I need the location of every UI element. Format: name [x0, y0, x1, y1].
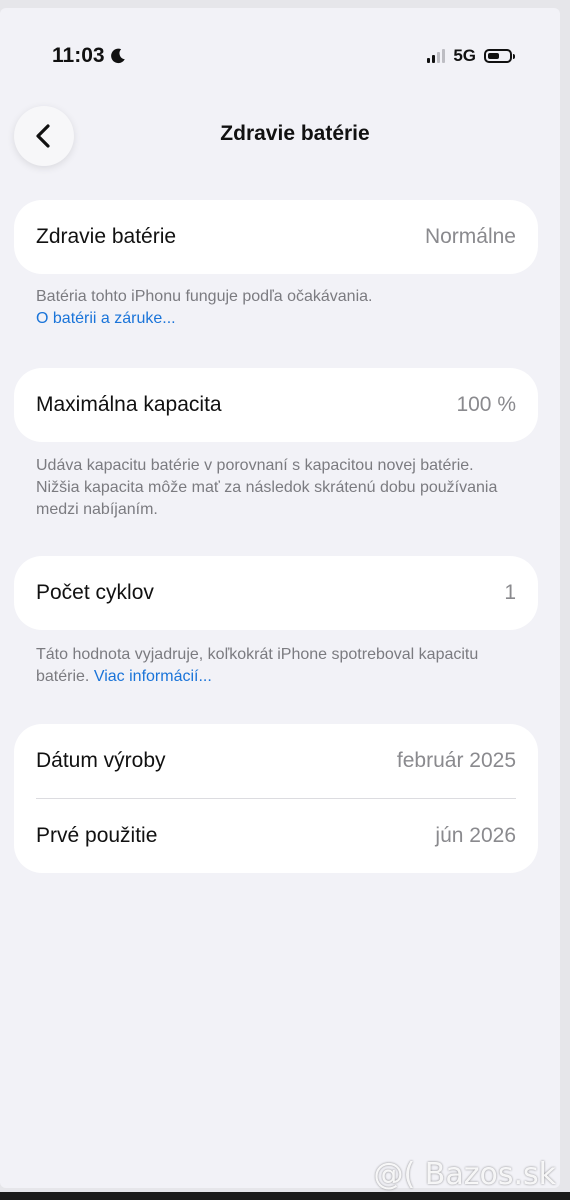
cycle-count-row: Počet cyklov 1 — [14, 556, 538, 630]
status-indicators: 5G — [427, 46, 515, 66]
bottom-strip — [0, 1192, 570, 1200]
status-time: 11:03 — [52, 44, 127, 68]
max-capacity-value: 100 % — [456, 393, 516, 416]
manufacture-date-row: Dátum výroby február 2025 — [14, 724, 538, 798]
battery-warranty-link[interactable]: O batérii a záruke... — [36, 308, 506, 330]
max-capacity-row: Maximálna kapacita 100 % — [14, 368, 538, 442]
battery-icon — [484, 49, 515, 63]
max-capacity-footnote: Udáva kapacitu batérie v porovnaní s kap… — [36, 457, 498, 518]
first-use-row: Prvé použitie jún 2026 — [14, 799, 538, 873]
battery-health-label: Zdravie batérie — [36, 225, 177, 248]
status-time-text: 11:03 — [52, 44, 105, 67]
more-info-link[interactable]: Viac informácií... — [94, 668, 212, 685]
cycle-count-value: 1 — [504, 581, 516, 604]
battery-health-footnote: Batéria tohto iPhonu funguje podľa očaká… — [36, 286, 506, 330]
settings-screen: 11:03 5G Zdravie batérie Zdravie batérie… — [0, 8, 560, 1188]
manufacture-date-value: február 2025 — [396, 749, 516, 772]
network-type: 5G — [453, 46, 476, 65]
nav-bar: Zdravie batérie — [0, 104, 560, 168]
cycle-count-footnote: Táto hodnota vyjadruje, koľkokrát iPhone… — [36, 644, 506, 688]
signal-icon — [427, 49, 446, 63]
battery-health-row: Zdravie batérie Normálne — [14, 200, 538, 274]
watermark-logo: @( Bazos.sk — [373, 1157, 556, 1192]
moon-icon — [110, 48, 125, 64]
cycle-count-card: Počet cyklov 1 — [14, 556, 538, 630]
page-title: Zdravie batérie — [220, 122, 370, 145]
battery-health-card: Zdravie batérie Normálne — [14, 200, 538, 274]
manufacture-date-label: Dátum výroby — [36, 749, 166, 772]
battery-health-value: Normálne — [424, 225, 516, 248]
cycle-count-label: Počet cyklov — [36, 581, 154, 604]
max-capacity-label: Maximálna kapacita — [36, 393, 222, 416]
battery-health-footnote-text: Batéria tohto iPhonu funguje podľa očaká… — [36, 288, 373, 305]
status-bar: 11:03 5G — [0, 8, 560, 88]
max-capacity-card: Maximálna kapacita 100 % — [14, 368, 538, 442]
first-use-label: Prvé použitie — [36, 824, 158, 847]
dates-card: Dátum výroby február 2025 Prvé použitie … — [14, 724, 538, 873]
first-use-value: jún 2026 — [435, 824, 516, 847]
